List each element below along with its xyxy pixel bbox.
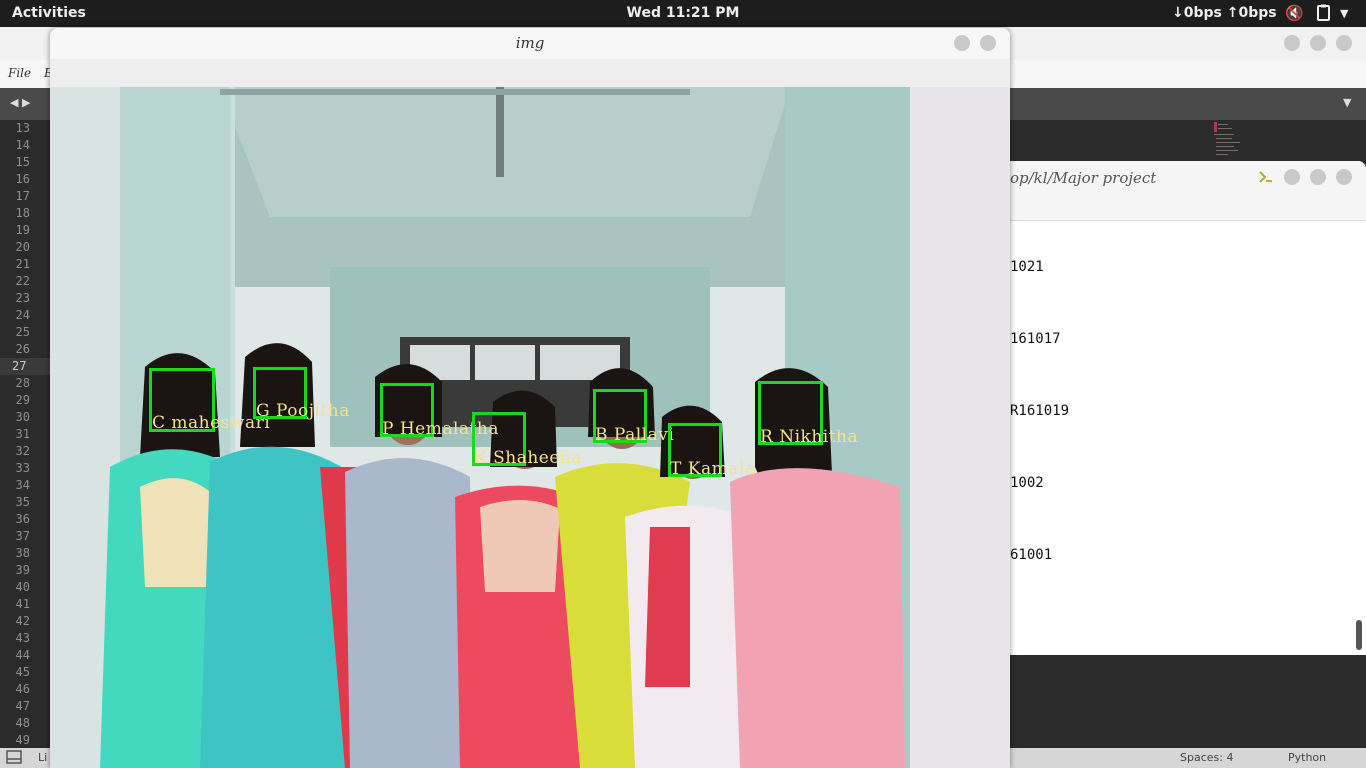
line-number: 34: [15, 478, 30, 492]
speaker-muted-icon[interactable]: 🔇: [1285, 4, 1304, 22]
img-window: img C maheswari G Poojitha P Hemalatha K…: [50, 28, 1010, 768]
line-number: 39: [15, 563, 30, 577]
minimize-button[interactable]: [1284, 35, 1300, 51]
line-number: 32: [15, 444, 30, 458]
tab-list-dropdown-icon[interactable]: ▼: [1343, 96, 1351, 109]
menu-file[interactable]: File: [8, 66, 31, 80]
line-number: 14: [15, 138, 30, 152]
line-number: 29: [15, 393, 30, 407]
line-number: 15: [15, 155, 30, 169]
terminal-minimize-button[interactable]: [1284, 169, 1300, 185]
maximize-button[interactable]: [1310, 35, 1326, 51]
line-number: 47: [15, 699, 30, 713]
terminal-close-button[interactable]: [1336, 169, 1352, 185]
line-number: 37: [15, 529, 30, 543]
line-number: 46: [15, 682, 30, 696]
line-number: 21: [15, 257, 30, 271]
terminal-run-icon[interactable]: [1258, 169, 1274, 189]
face-label: K Shaheena: [474, 448, 582, 468]
line-number: 48: [15, 716, 30, 730]
line-number: 13: [15, 121, 30, 135]
terminal-window: op/kl/Major project 1021 161017 R161019 …: [1010, 161, 1366, 655]
face-label: R Nikhitha: [760, 427, 859, 447]
line-number: 33: [15, 461, 30, 475]
terminal-line: 61001: [1010, 547, 1053, 563]
line-number: 30: [15, 410, 30, 424]
panel-toggle-icon[interactable]: [6, 750, 22, 767]
terminal-line: 1002: [1010, 475, 1044, 491]
line-number: 49: [15, 733, 30, 747]
status-position: Li: [38, 751, 48, 764]
line-number: 26: [15, 342, 30, 356]
img-close-button[interactable]: [980, 35, 996, 51]
clipboard-icon[interactable]: [1316, 4, 1332, 25]
img-window-title: img: [515, 34, 545, 52]
line-number-gutter: 13 14 15 16 17 18 19 20 21 22 23 24 25 26 27 28 29 30 31 32…: [0, 120, 50, 748]
face-label: G Poojitha: [256, 401, 350, 421]
terminal-maximize-button[interactable]: [1310, 169, 1326, 185]
face-label: B Pallavi: [595, 425, 675, 445]
line-number: 18: [15, 206, 30, 220]
line-number: 43: [15, 631, 30, 645]
img-minimize-button[interactable]: [954, 35, 970, 51]
terminal-line: 161017: [1010, 331, 1061, 347]
img-window-toolbar: [50, 59, 1010, 87]
terminal-scrollbar[interactable]: [1356, 620, 1362, 650]
status-language[interactable]: Python: [1288, 751, 1326, 764]
system-menu-arrow-icon[interactable]: ▼: [1340, 7, 1348, 20]
line-number: 45: [15, 665, 30, 679]
close-button[interactable]: [1336, 35, 1352, 51]
terminal-line: 1021: [1010, 259, 1044, 275]
terminal-line: R161019: [1010, 403, 1070, 419]
line-number: 27: [0, 358, 50, 375]
line-number: 23: [15, 291, 30, 305]
clock[interactable]: Wed 11:21 PM: [0, 5, 1366, 21]
top-bar: Activities Wed 11:21 PM ↓0bps ↑0bps 🔇 ▼: [0, 0, 1366, 27]
line-number: 40: [15, 580, 30, 594]
terminal-header: op/kl/Major project: [1010, 161, 1366, 221]
detected-faces-photo: C maheswari G Poojitha P Hemalatha K Sha…: [50, 87, 1010, 768]
line-number: 24: [15, 308, 30, 322]
line-number: 42: [15, 614, 30, 628]
line-number: 41: [15, 597, 30, 611]
terminal-title: op/kl/Major project: [1010, 169, 1157, 187]
line-number: 38: [15, 546, 30, 560]
face-label: T Kamala: [670, 459, 756, 479]
tab-nav-arrows-icon[interactable]: ◀ ▶: [10, 96, 30, 109]
network-speed-indicator[interactable]: ↓0bps ↑0bps: [1172, 5, 1277, 21]
line-number: 31: [15, 427, 30, 441]
line-number: 16: [15, 172, 30, 186]
minimap[interactable]: [1212, 120, 1252, 162]
line-number: 19: [15, 223, 30, 237]
line-number: 28: [15, 376, 30, 390]
line-number: 22: [15, 274, 30, 288]
line-number: 20: [15, 240, 30, 254]
line-number: 36: [15, 512, 30, 526]
status-indentation[interactable]: Spaces: 4: [1180, 751, 1233, 764]
line-number: 44: [15, 648, 30, 662]
line-number: 25: [15, 325, 30, 339]
line-number: 17: [15, 189, 30, 203]
img-window-titlebar[interactable]: img: [50, 28, 1010, 59]
line-number: 35: [15, 495, 30, 509]
